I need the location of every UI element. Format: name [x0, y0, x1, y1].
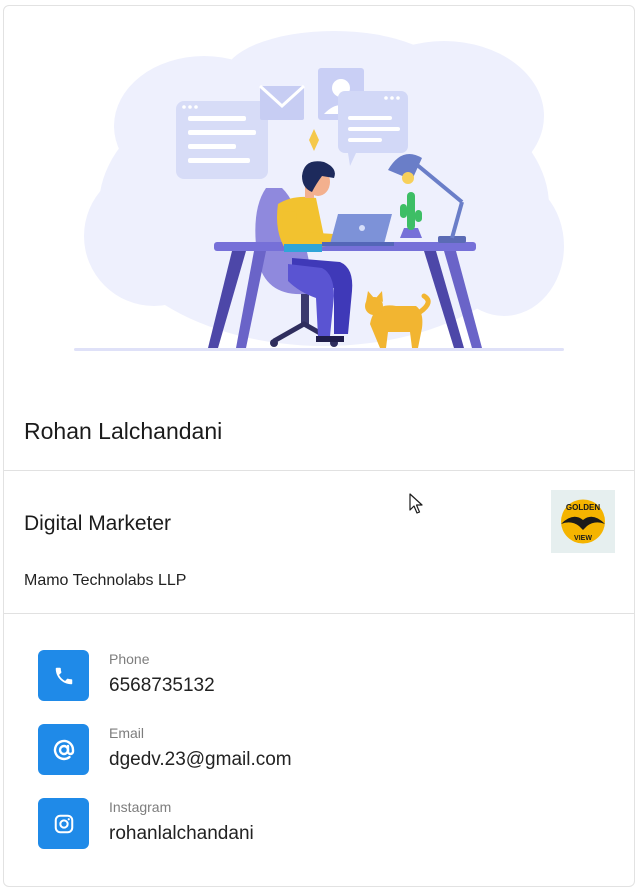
email-icon-button[interactable]: [38, 724, 89, 775]
job-title: Digital Marketer: [24, 512, 172, 535]
phone-icon: [55, 667, 72, 684]
contact-value[interactable]: rohanlalchandani: [109, 822, 254, 846]
contact-value[interactable]: dgedv.23@gmail.com: [109, 748, 292, 772]
contact-label: Phone: [109, 651, 150, 667]
svg-text:GOLDEN: GOLDEN: [566, 503, 600, 512]
contact-instagram[interactable]: Instagram rohanlalchandani: [38, 798, 598, 850]
divider: [4, 613, 634, 614]
profile-name: Rohan Lalchandani: [24, 418, 223, 444]
instagram-icon-button[interactable]: [38, 798, 89, 849]
chat-bubble-left: [176, 101, 268, 179]
hero-illustration: [4, 6, 634, 386]
contact-label: Email: [109, 725, 145, 741]
person-at-desk-illustration: [74, 31, 564, 351]
company-name: Mamo Technolabs LLP: [24, 572, 187, 589]
at-sign-icon: [53, 739, 74, 760]
contact-value[interactable]: 6568735132: [109, 674, 215, 698]
phone-icon-button[interactable]: [38, 650, 89, 701]
mouse-cursor-icon: [409, 493, 423, 514]
contact-label: Instagram: [109, 799, 172, 815]
contact-email[interactable]: Email dgedv.23@gmail.com: [38, 724, 598, 776]
profile-card: Rohan Lalchandani Digital Marketer Mamo …: [3, 5, 635, 887]
golden-view-logo-icon: GOLDEN VIEW: [561, 499, 605, 544]
company-logo: GOLDEN VIEW: [551, 490, 615, 553]
contact-phone[interactable]: Phone 6568735132: [38, 650, 598, 702]
envelope-graphic: [258, 84, 306, 120]
divider: [4, 470, 634, 471]
svg-text:VIEW: VIEW: [574, 535, 592, 542]
instagram-icon: [54, 814, 73, 833]
